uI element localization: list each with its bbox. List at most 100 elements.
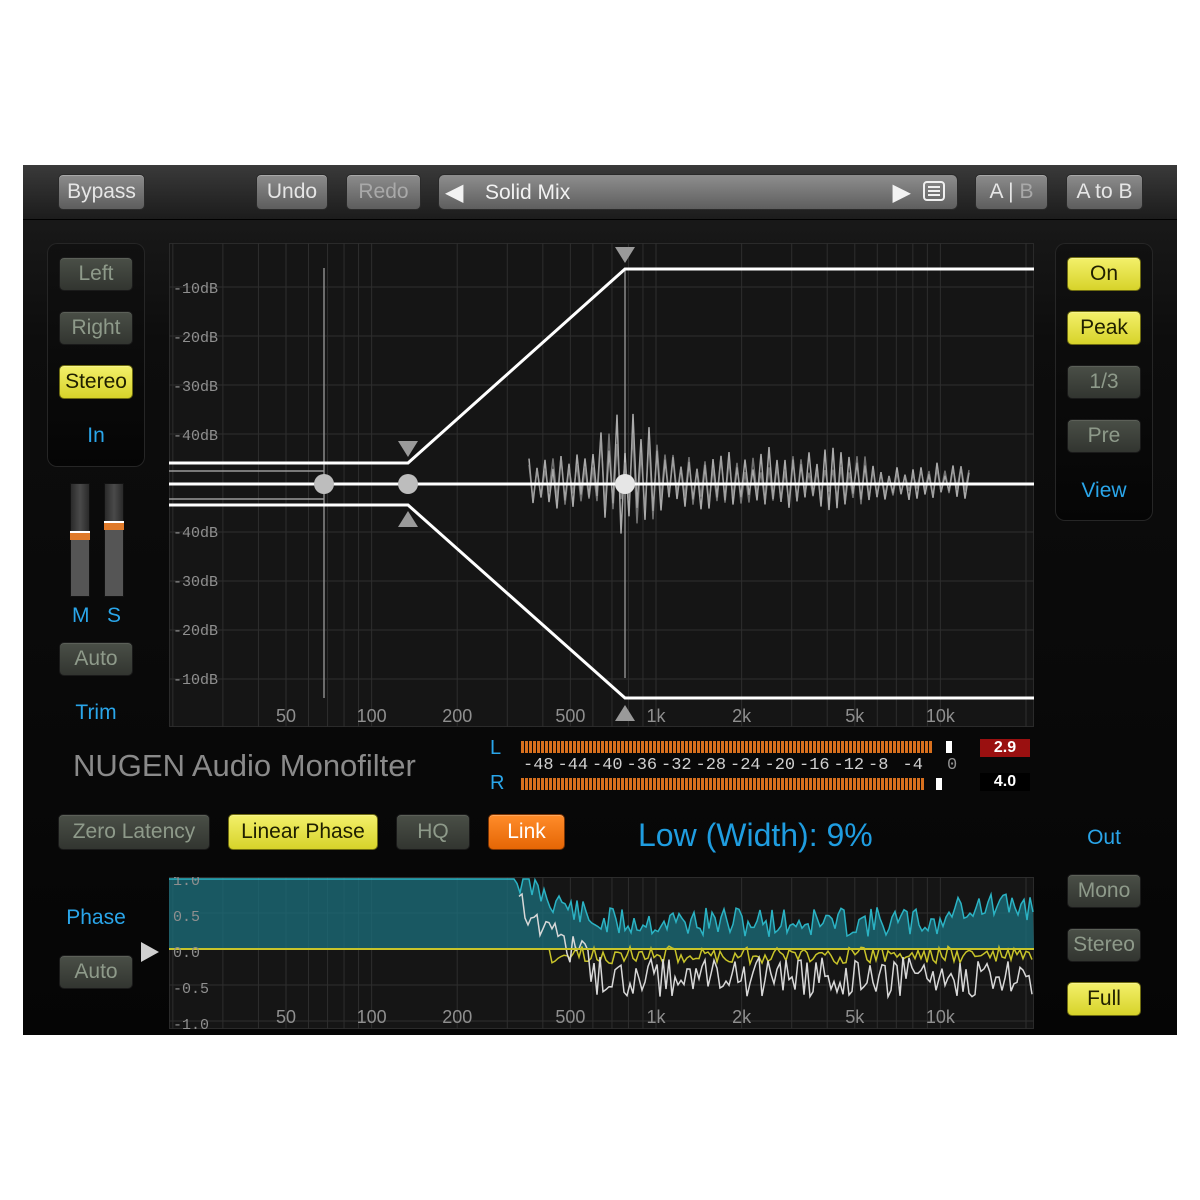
ab-toggle-button[interactable]: A | B [975, 174, 1048, 210]
meter-scale-label: 0 [947, 756, 958, 775]
low-crossover-handle[interactable] [314, 474, 334, 494]
phase-freq-label: 500 [555, 1007, 585, 1027]
freq-label: 500 [555, 706, 585, 726]
phase-freq-label: 1k [646, 1007, 666, 1027]
trim-auto-button[interactable]: Auto [59, 642, 133, 676]
freq-label: 5k [845, 706, 865, 726]
output-stereo-button[interactable]: Stereo [1067, 928, 1141, 962]
input-stereo-button[interactable]: Stereo [59, 365, 133, 399]
mid-trim-fader[interactable] [70, 483, 90, 597]
redo-button[interactable]: Redo [346, 174, 421, 210]
db-label: -30dB [173, 379, 218, 396]
phase-freq-label: 2k [732, 1007, 752, 1027]
ab-label-b: B [1013, 180, 1034, 203]
spectrum-trace-peak [528, 433, 970, 524]
meter-scale-label: -28 [695, 756, 727, 775]
preset-name: Solid Mix [485, 181, 571, 204]
meter-scale-label: -32 [661, 756, 692, 775]
view-section-label: View [1081, 479, 1127, 502]
phase-pointer-icon [141, 942, 159, 962]
phase-freq-label: 10k [926, 1007, 956, 1027]
phase-freq-label: 50 [276, 1007, 296, 1027]
phase-auto-button[interactable]: Auto [59, 955, 133, 989]
view-third-octave-button[interactable]: 1/3 [1067, 365, 1141, 399]
phase-y-label: -0.5 [173, 981, 209, 998]
freq-label: 50 [276, 706, 296, 726]
side-label: S [107, 604, 122, 627]
filter-graph-svg[interactable]: -10dB -20dB -30dB -40dB -40dB -30dB -20dB -10dB… [169, 243, 1034, 727]
output-mono-button[interactable]: Mono [1067, 874, 1141, 908]
preset-prev-icon[interactable]: ◀ [445, 178, 463, 207]
meter-right-peak-marker [936, 778, 942, 790]
meter-left-peak-marker [946, 741, 952, 753]
phase-section-label: Phase [66, 906, 126, 929]
hq-button[interactable]: HQ [396, 814, 470, 850]
width-filter-graph[interactable]: -10dB -20dB -30dB -40dB -40dB -30dB -20dB -10dB… [169, 243, 1034, 727]
phase-freq-label: 100 [357, 1007, 387, 1027]
phase-freq-label: 200 [442, 1007, 472, 1027]
view-pre-button[interactable]: Pre [1067, 419, 1141, 453]
phase-y-label: 0.0 [173, 945, 200, 962]
freq-label: 200 [442, 706, 472, 726]
meter-scale-label: -16 [799, 756, 830, 775]
output-section-label: Out [1087, 826, 1121, 849]
freq-label: 100 [357, 706, 387, 726]
trim-section-label: Trim [75, 701, 117, 724]
phase-correlation-graph: 1.0 0.5 0.0 -0.5 -1.0 50 100 200 500 1k 2k 5k 10k [169, 873, 1034, 1034]
meter-scale-label: -4 [902, 756, 923, 775]
db-label: -10dB [173, 672, 218, 689]
high-crossover-handle[interactable] [615, 474, 635, 494]
meter-left-label: L [490, 737, 502, 759]
input-left-button[interactable]: Left [59, 257, 133, 291]
link-button[interactable]: Link [488, 814, 565, 850]
meter-left-peak-readout: 2.9 [980, 739, 1030, 757]
plugin-title: NUGEN Audio Monofilter [73, 748, 416, 783]
top-toolbar: Bypass Undo Redo ◀ Solid Mix ▶ A | B A t… [23, 165, 1177, 220]
side-trim-fader[interactable] [104, 483, 124, 597]
high-width-bottom-arrow-icon[interactable] [615, 705, 635, 721]
high-width-top-arrow-icon[interactable] [615, 247, 635, 263]
meter-right-bar [521, 778, 924, 790]
db-label: -10dB [173, 281, 218, 298]
meter-scale-label: -12 [833, 756, 865, 775]
list-icon[interactable] [923, 181, 945, 201]
meter-scale-label: -8 [868, 756, 889, 775]
input-panel: Left Right Stereo In [47, 243, 145, 467]
width-envelope-lower [169, 503, 1034, 700]
output-full-button[interactable]: Full [1067, 982, 1141, 1016]
low-width-handle[interactable] [398, 474, 418, 494]
view-panel: On Peak 1/3 Pre View [1055, 243, 1153, 521]
undo-button[interactable]: Undo [256, 174, 328, 210]
freq-label: 10k [926, 706, 956, 726]
meter-left-bar [521, 741, 932, 753]
a-to-b-button[interactable]: A to B [1066, 174, 1143, 210]
preset-selector[interactable]: ◀ Solid Mix ▶ [438, 174, 958, 210]
meter-right-peak-readout: 4.0 [980, 773, 1030, 791]
side-trim-handle[interactable] [104, 521, 124, 530]
meter-scale: -48 -44 -40 -36 -32 -28 -24 -20 -16 -12 -8 -4 0 [523, 756, 983, 776]
meter-scale-label: -36 [626, 756, 658, 775]
freq-label: 2k [732, 706, 752, 726]
side-trim-level [105, 527, 123, 596]
phase-correlation-fill [169, 879, 1034, 949]
spectrum-trace [528, 413, 970, 534]
view-peak-button[interactable]: Peak [1067, 311, 1141, 345]
view-on-button[interactable]: On [1067, 257, 1141, 291]
low-width-bottom-arrow-icon[interactable] [398, 511, 418, 527]
plugin-window: Bypass Undo Redo ◀ Solid Mix ▶ A | B A t… [23, 165, 1177, 1035]
mid-trim-handle[interactable] [70, 531, 90, 540]
zero-latency-button[interactable]: Zero Latency [58, 814, 210, 850]
preset-next-icon[interactable]: ▶ [893, 178, 911, 207]
db-label: -40dB [173, 428, 218, 445]
mid-label: M [72, 604, 90, 627]
bypass-button[interactable]: Bypass [58, 174, 145, 210]
meter-scale-label: -40 [592, 756, 623, 775]
linear-phase-button[interactable]: Linear Phase [228, 814, 378, 850]
meter-scale-label: -20 [764, 756, 796, 775]
phase-y-label: 1.0 [173, 877, 200, 890]
low-width-top-arrow-icon[interactable] [398, 441, 418, 457]
phase-y-label: -1.0 [173, 1017, 209, 1029]
phase-graph-svg: 1.0 0.5 0.0 -0.5 -1.0 50 100 200 500 1k 2k 5k 10k [169, 873, 1034, 1034]
db-label: -30dB [173, 574, 218, 591]
input-right-button[interactable]: Right [59, 311, 133, 345]
